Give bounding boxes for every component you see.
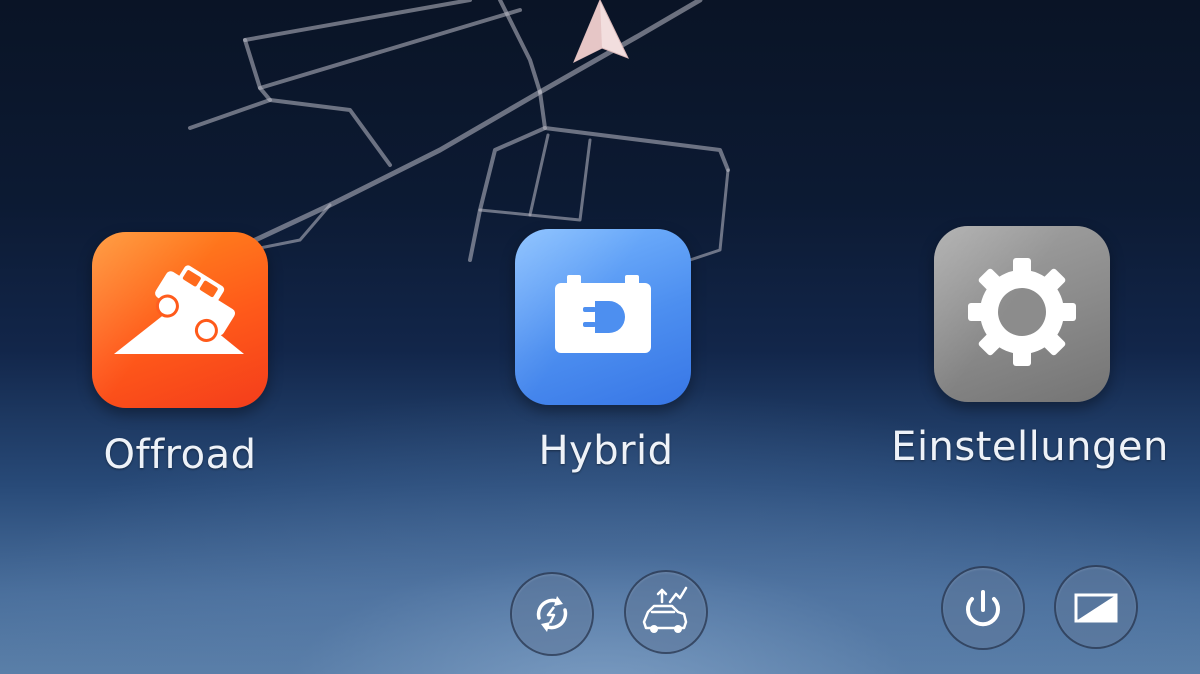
offroad-label: Offroad: [103, 432, 257, 478]
navigation-arrow-icon: [573, 0, 629, 64]
power-button[interactable]: [941, 566, 1025, 650]
battery-plug-icon: [555, 275, 651, 353]
sync-icon: [536, 596, 568, 632]
power-icon: [966, 590, 1000, 627]
offroad-app-button[interactable]: [92, 232, 268, 408]
settings-label: Einstellungen: [891, 424, 1169, 470]
settings-app-button[interactable]: [934, 226, 1110, 402]
display-brightness-icon: [1074, 593, 1118, 623]
display-brightness-button[interactable]: [1054, 565, 1138, 649]
hybrid-app-button[interactable]: [515, 229, 691, 405]
gear-icon: [968, 258, 1076, 366]
infotainment-screen: Offroad Hybrid Einstellungen: [0, 0, 1200, 674]
sync-button[interactable]: [510, 572, 594, 656]
hybrid-label: Hybrid: [538, 428, 674, 474]
car-energy-flow-icon: [642, 586, 688, 633]
offroad-slope-icon: [114, 265, 244, 354]
car-energy-flow-button[interactable]: [624, 570, 708, 654]
